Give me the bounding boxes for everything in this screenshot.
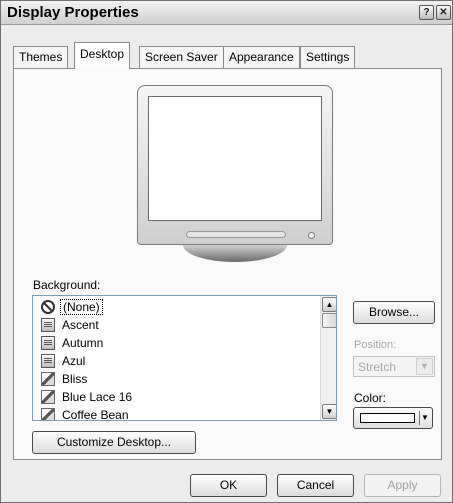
tab-themes[interactable]: Themes <box>13 46 69 68</box>
scroll-down-button[interactable]: ▼ <box>322 404 336 419</box>
window-title: Display Properties <box>7 4 139 21</box>
list-item-label: Ascent <box>62 318 99 332</box>
title-bar[interactable]: Display Properties ? ✕ <box>1 1 452 25</box>
position-value: Stretch <box>358 360 397 374</box>
position-label: Position: <box>354 339 397 351</box>
position-select[interactable]: Stretch ▼ <box>353 356 435 377</box>
tab-appearance[interactable]: Appearance <box>223 46 300 68</box>
apply-button[interactable]: Apply <box>364 474 441 497</box>
cancel-button[interactable]: Cancel <box>277 474 354 497</box>
image-file-icon <box>41 336 55 350</box>
help-button[interactable]: ? <box>419 5 434 20</box>
ok-button[interactable]: OK <box>190 474 267 497</box>
monitor-preview <box>137 85 333 245</box>
vertical-scrollbar[interactable]: ▲ ▼ <box>320 296 336 420</box>
image-file-icon <box>41 354 55 368</box>
color-label: Color: <box>354 391 387 405</box>
scroll-up-button[interactable]: ▲ <box>322 297 336 312</box>
list-item-label: Blue Lace 16 <box>62 390 133 404</box>
monitor-power-icon <box>308 232 315 239</box>
bitmap-brush-icon <box>41 390 55 404</box>
bitmap-brush-icon <box>41 408 55 420</box>
display-properties-window: Display Properties ? ✕ Themes Desktop Sc… <box>0 0 453 503</box>
list-item-label: Bliss <box>62 372 88 386</box>
list-item-label: Autumn <box>62 336 104 350</box>
customize-desktop-button[interactable]: Customize Desktop... <box>32 431 196 454</box>
image-file-icon <box>41 318 55 332</box>
browse-button[interactable]: Browse... <box>353 301 435 324</box>
color-button-divider <box>419 411 420 425</box>
bitmap-brush-icon <box>41 372 55 386</box>
chevron-down-icon: ▼ <box>416 358 433 375</box>
background-listbox[interactable]: (None) Ascent Autumn Azul Bliss Blue Lac… <box>32 295 337 421</box>
monitor-screen <box>148 96 322 221</box>
tab-screen-saver[interactable]: Screen Saver <box>139 46 224 68</box>
list-item-label: (None) <box>60 299 103 315</box>
color-picker-button[interactable]: ▼ <box>353 407 433 429</box>
chevron-down-icon: ▼ <box>421 413 429 422</box>
list-item-label: Azul <box>62 354 86 368</box>
scroll-thumb[interactable] <box>322 313 336 328</box>
tab-settings[interactable]: Settings <box>300 46 356 68</box>
tab-desktop[interactable]: Desktop <box>74 42 131 69</box>
none-icon <box>41 300 55 314</box>
monitor-control-bar <box>186 231 286 238</box>
color-swatch <box>360 413 415 423</box>
list-item-label: Coffee Bean <box>62 408 129 421</box>
close-button[interactable]: ✕ <box>436 5 451 20</box>
background-label: Background: <box>33 278 101 292</box>
